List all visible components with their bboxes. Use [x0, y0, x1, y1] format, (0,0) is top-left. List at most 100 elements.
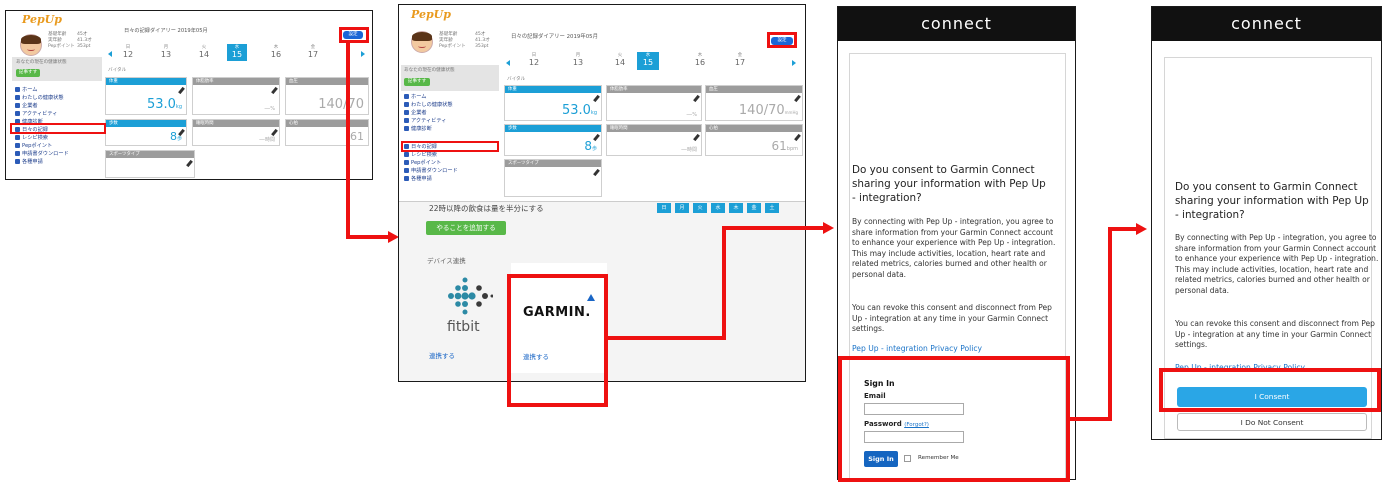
highlight-settings-button: [767, 32, 797, 48]
health-status-label: あなたの現在の健康状態: [404, 68, 455, 73]
nav-item-recipes[interactable]: レシピ検索: [15, 134, 48, 141]
weekday-button[interactable]: 火: [693, 203, 707, 213]
date-cell[interactable]: 金 17: [303, 44, 323, 61]
date-cell[interactable]: 火 14: [194, 44, 214, 61]
vital-card-sport[interactable]: スポーツタイプ: [504, 159, 602, 197]
date-cell[interactable]: 日 12: [118, 44, 138, 61]
vital-card-sleep[interactable]: 睡眠時間 —時間: [192, 119, 280, 146]
date-cell[interactable]: 木 16: [689, 52, 711, 70]
highlight-garmin-card: [507, 274, 608, 407]
health-status-pill[interactable]: 記事すす: [404, 78, 430, 86]
activity-icon: [404, 117, 409, 123]
download-icon: [15, 150, 20, 156]
date-cell-selected[interactable]: 水 15: [227, 44, 247, 61]
highlight-daily-record: [401, 141, 499, 152]
nav-item-points[interactable]: Pepポイント: [15, 142, 52, 149]
download-icon: [404, 167, 409, 173]
nav-item-health[interactable]: わたしの健康状態: [15, 94, 64, 101]
arrowhead-icon: [823, 222, 834, 234]
nav-item-company[interactable]: 企業者: [15, 102, 38, 109]
nav-item-downloads[interactable]: 申請書ダウンロード: [404, 167, 458, 174]
annotation-arrow: [722, 226, 826, 230]
date-cell[interactable]: 火 14: [609, 52, 631, 70]
edit-pencil-icon[interactable]: [794, 94, 801, 103]
date-cell[interactable]: 月 13: [567, 52, 589, 70]
edit-pencil-icon[interactable]: [186, 159, 193, 168]
profile-label-3: Pepポイント: [439, 44, 466, 49]
nav-item-home[interactable]: ホーム: [15, 86, 37, 93]
edit-pencil-icon[interactable]: [271, 86, 278, 95]
weekday-button[interactable]: 土: [765, 203, 779, 213]
weekday-button[interactable]: 月: [675, 203, 689, 213]
heart-icon: [404, 101, 409, 107]
annotation-arrow: [1068, 417, 1112, 421]
fitbit-connect-link[interactable]: 連携する: [429, 350, 455, 360]
privacy-policy-link[interactable]: Pep Up - integration Privacy Policy: [852, 344, 982, 353]
weekday-button[interactable]: 木: [729, 203, 743, 213]
diary-title[interactable]: 日々の記録ダイアリー 2019年05月: [511, 34, 598, 41]
device-link-label: デバイス連携: [427, 257, 466, 265]
vital-card-steps[interactable]: 歩数 8歩: [504, 124, 602, 156]
vital-card-weight[interactable]: 体重 53.0kg: [504, 85, 602, 121]
vital-card-blood-pressure[interactable]: 血圧 140/70: [285, 77, 369, 115]
health-status-label: あなたの現在の健康状態: [16, 60, 67, 65]
date-cell[interactable]: 日 12: [523, 52, 545, 70]
pepup-logo[interactable]: PepUp: [411, 8, 451, 21]
vital-card-sport[interactable]: スポーツタイプ: [105, 150, 195, 178]
profile-label-2: 実年齢: [48, 38, 62, 43]
edit-pencil-icon[interactable]: [693, 133, 700, 142]
clipboard-icon: [404, 125, 409, 131]
vital-card-sleep[interactable]: 睡眠時間 —時間: [606, 124, 702, 156]
annotation-arrow: [1108, 227, 1138, 231]
nav-item-applications[interactable]: 各種申請: [15, 158, 43, 165]
weekday-button[interactable]: 水: [711, 203, 725, 213]
vital-card-body-fat[interactable]: 体脂肪率 —%: [606, 85, 702, 121]
recipe-icon: [404, 151, 409, 157]
connect-header: connect: [1152, 7, 1381, 41]
date-prev-arrow-icon[interactable]: [108, 51, 112, 57]
building-icon: [15, 102, 20, 108]
weekday-button[interactable]: 金: [747, 203, 761, 213]
weekday-button[interactable]: 日: [657, 203, 671, 213]
nav-item-points[interactable]: Pepポイント: [404, 159, 441, 166]
diary-title[interactable]: 日々の記録ダイアリー 2019年05月: [124, 28, 208, 35]
date-next-arrow-icon[interactable]: [792, 60, 796, 66]
annotation-arrow: [346, 42, 350, 239]
vital-card-heart-rate[interactable]: 心拍 61bpm: [705, 124, 803, 156]
edit-pencil-icon[interactable]: [693, 94, 700, 103]
nav-item-activity[interactable]: アクティビティ: [404, 117, 446, 124]
edit-pencil-icon[interactable]: [593, 94, 600, 103]
nav-item-applications[interactable]: 各種申請: [404, 175, 432, 182]
edit-pencil-icon[interactable]: [593, 168, 600, 177]
date-cell[interactable]: 金 17: [729, 52, 751, 70]
nav-item-checkup[interactable]: 健康診断: [404, 125, 432, 132]
nav-item-company[interactable]: 企業者: [404, 109, 427, 116]
date-next-arrow-icon[interactable]: [361, 51, 365, 57]
date-cell[interactable]: 月 13: [156, 44, 176, 61]
nav-item-activity[interactable]: アクティビティ: [15, 110, 57, 117]
vital-card-heart-rate[interactable]: 心拍 61: [285, 119, 369, 146]
add-task-button[interactable]: やることを追加する: [426, 221, 506, 235]
profile-value-1: 45才: [475, 32, 486, 37]
nav-item-health[interactable]: わたしの健康状態: [404, 101, 453, 108]
i-do-not-consent-button[interactable]: I Do Not Consent: [1177, 413, 1367, 431]
profile-value-2: 41.3才: [77, 38, 92, 43]
date-cell[interactable]: 木 16: [266, 44, 286, 61]
vital-card-body-fat[interactable]: 体脂肪率 —%: [192, 77, 280, 115]
vital-card-weight[interactable]: 体重 53.0kg: [105, 77, 187, 115]
home-icon: [15, 86, 20, 92]
vitals-label: バイタル: [108, 68, 127, 73]
profile-value-2: 41.3才: [475, 38, 490, 43]
date-cell-selected[interactable]: 水 15: [637, 52, 659, 70]
nav-item-home[interactable]: ホーム: [404, 93, 426, 100]
nav-item-downloads[interactable]: 申請書ダウンロード: [15, 150, 69, 157]
nav-item-recipes[interactable]: レシピ検索: [404, 151, 437, 158]
highlight-settings-button: [339, 27, 369, 43]
vital-card-blood-pressure[interactable]: 血圧 140/70mmHg: [705, 85, 803, 121]
vital-card-steps[interactable]: 歩数 8歩: [105, 119, 187, 146]
pepup-logo[interactable]: PepUp: [22, 13, 62, 26]
date-prev-arrow-icon[interactable]: [506, 60, 510, 66]
edit-pencil-icon[interactable]: [178, 86, 185, 95]
profile-label-3: Pepポイント: [48, 44, 75, 49]
health-status-pill[interactable]: 記事すす: [16, 69, 40, 77]
